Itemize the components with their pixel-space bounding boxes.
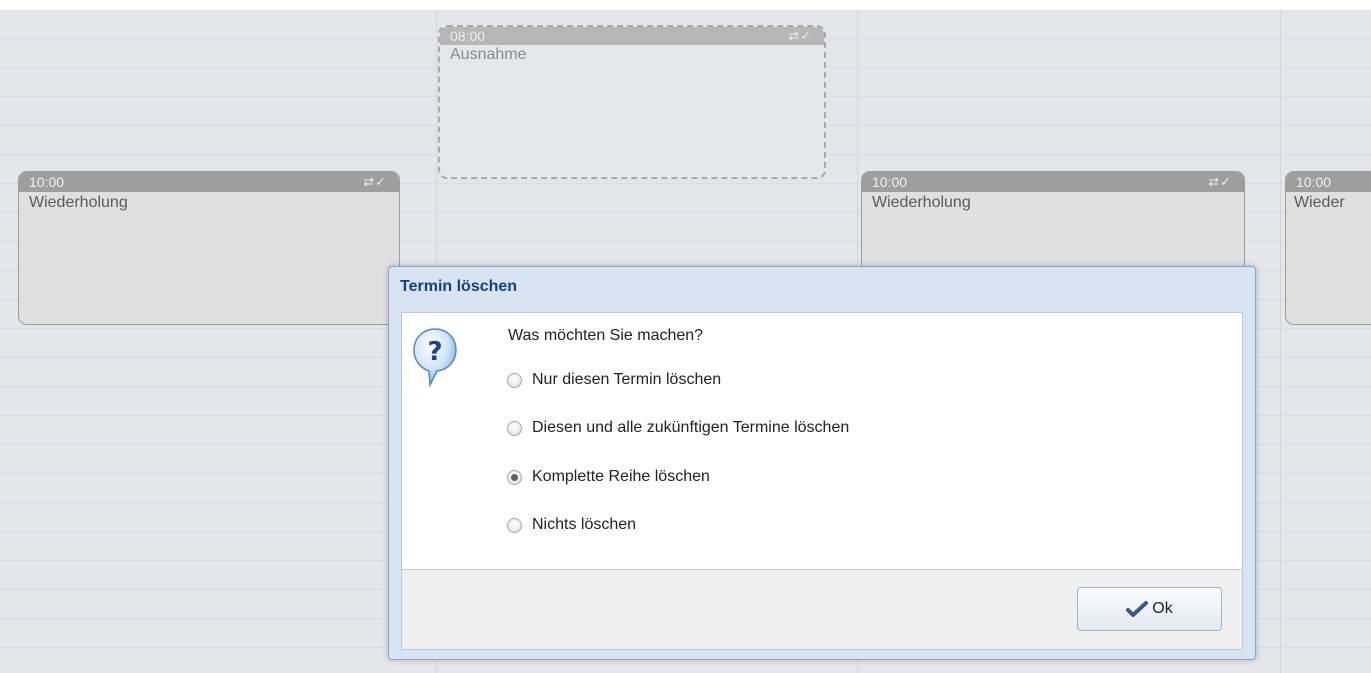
question-icon: ? bbox=[412, 327, 458, 391]
dialog-prompt: Was möchten Sie machen? bbox=[508, 327, 704, 344]
ok-button-label: Ok bbox=[1152, 600, 1173, 617]
ok-button[interactable]: Ok bbox=[1077, 587, 1222, 631]
radio-button[interactable] bbox=[507, 517, 522, 533]
radio-button[interactable] bbox=[507, 372, 522, 388]
delete-appointment-dialog: Termin löschen ? Was möchten Sie machen? bbox=[388, 266, 1256, 660]
option-delete-nothing[interactable]: Nichts löschen bbox=[507, 513, 636, 537]
option-this-and-future[interactable]: Diesen und alle zukünftigen Termine lösc… bbox=[507, 416, 849, 440]
option-whole-series[interactable]: Komplette Reihe löschen bbox=[507, 465, 710, 489]
radio-button[interactable] bbox=[507, 420, 522, 436]
radio-button-selected[interactable] bbox=[507, 469, 522, 485]
option-label: Diesen und alle zukünftigen Termine lösc… bbox=[532, 419, 850, 436]
option-label: Nichts löschen bbox=[532, 516, 637, 533]
svg-text:?: ? bbox=[427, 337, 442, 367]
dialog-content: ? Was möchten Sie machen? Nur diesen Ter… bbox=[401, 312, 1243, 570]
dialog-footer: Ok bbox=[401, 570, 1243, 650]
option-label: Nur diesen Termin löschen bbox=[532, 371, 722, 388]
dialog-title: Termin löschen bbox=[400, 278, 518, 295]
modal-overlay: Termin löschen ? Was möchten Sie machen? bbox=[0, 0, 1371, 673]
option-only-this[interactable]: Nur diesen Termin löschen bbox=[507, 368, 721, 392]
checkmark-icon bbox=[1126, 601, 1149, 617]
option-label: Komplette Reihe löschen bbox=[532, 468, 710, 485]
